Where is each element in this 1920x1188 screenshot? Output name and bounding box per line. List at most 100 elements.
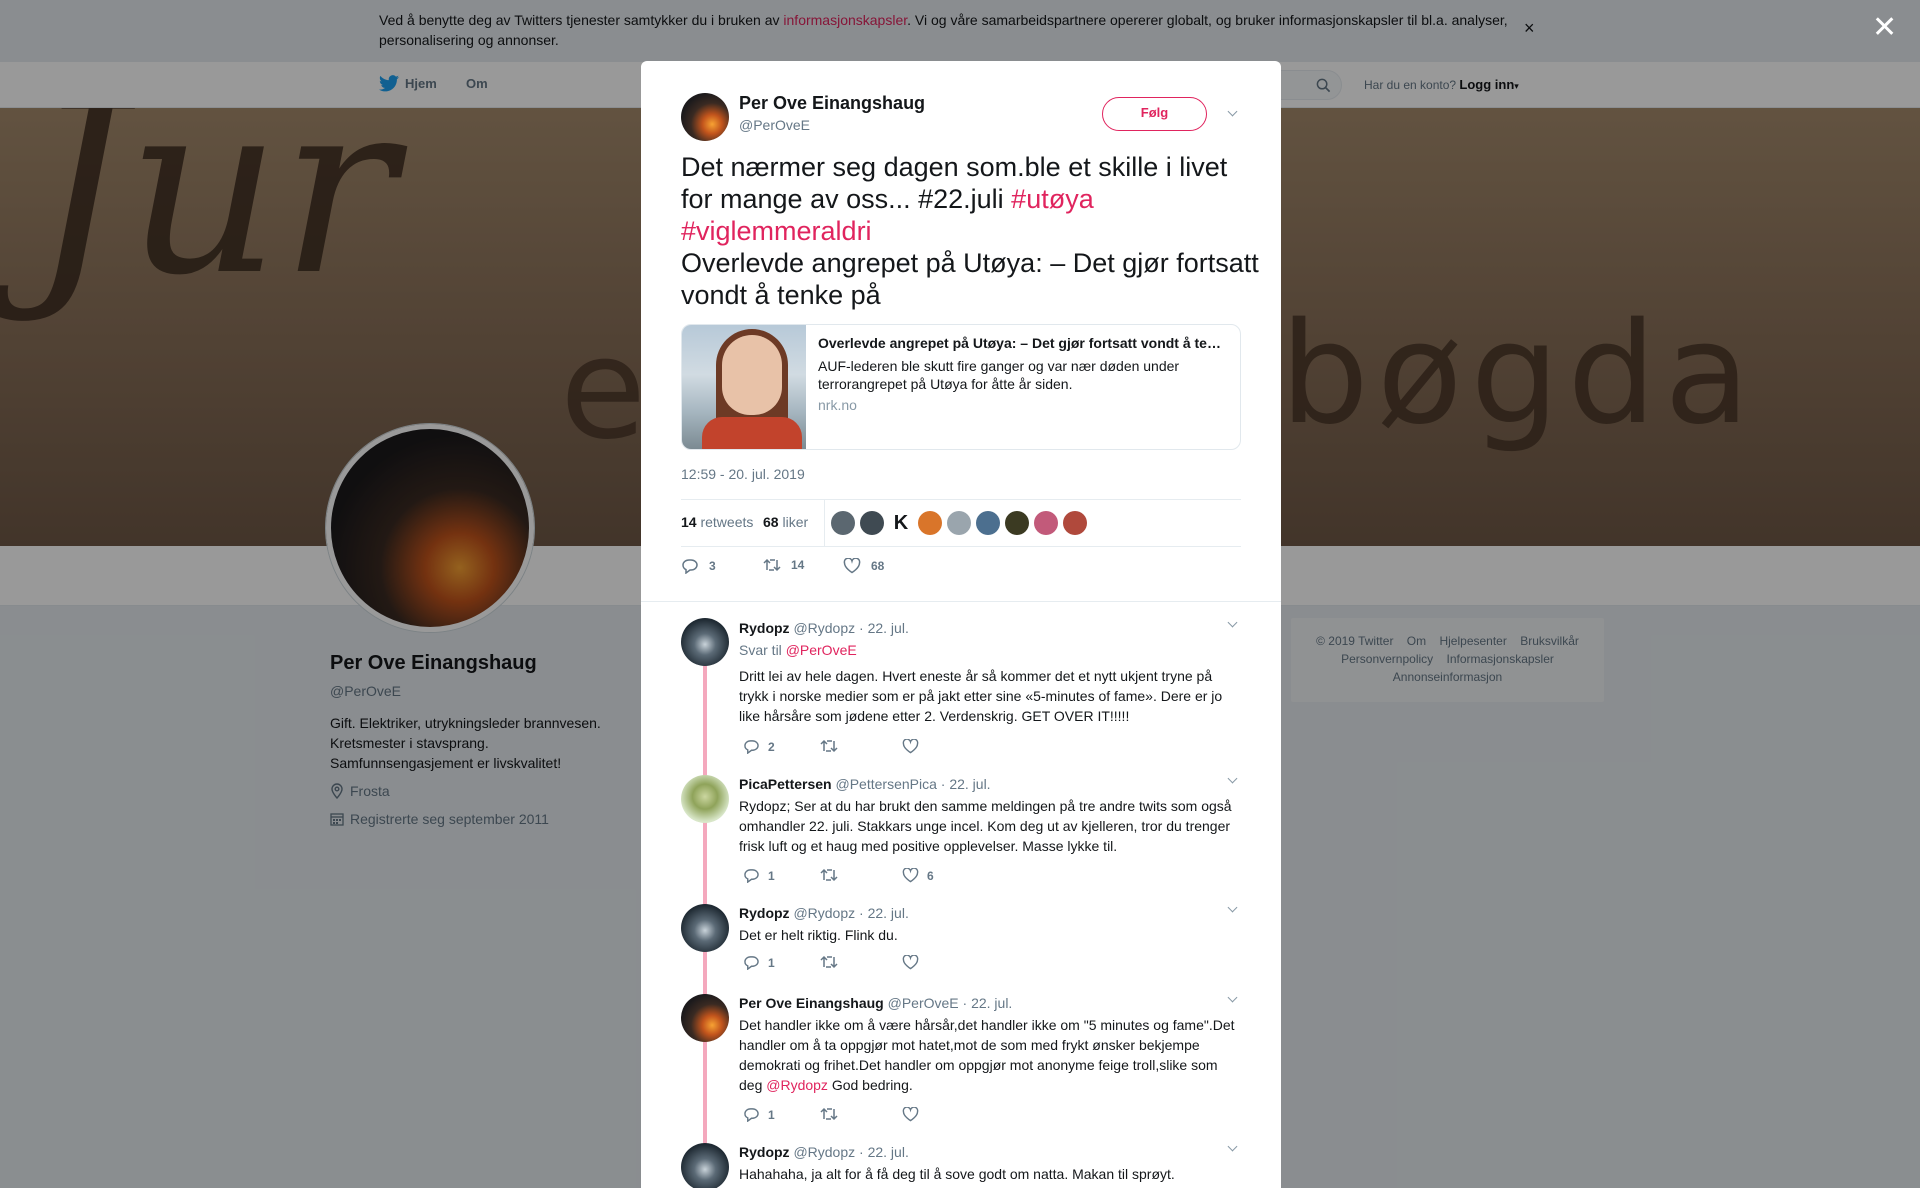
chevron-down-icon[interactable]: [1228, 1144, 1238, 1154]
reply-text-suffix: God bedring.: [827, 1077, 913, 1093]
reply-author-name[interactable]: Rydopz: [739, 905, 790, 921]
reply-date[interactable]: · 22. jul.: [941, 776, 991, 792]
reply-avatar[interactable]: [681, 904, 729, 952]
mention-link[interactable]: @Rydopz: [766, 1077, 828, 1093]
retweet-icon: [820, 1107, 838, 1121]
reply-author-name[interactable]: Rydopz: [739, 620, 790, 636]
liker-avatar[interactable]: [860, 511, 884, 535]
reply-icon: [744, 869, 759, 883]
reply-author-handle[interactable]: @PettersenPica: [836, 776, 937, 792]
reply-text-line: Hahahaha, ja alt for å få deg til å sove…: [739, 1166, 1175, 1182]
like-action[interactable]: [902, 955, 919, 970]
liker-avatar[interactable]: [976, 511, 1000, 535]
likes-label: liker: [782, 514, 809, 530]
chevron-down-icon[interactable]: [1228, 109, 1238, 119]
likes-stat[interactable]: 68 liker: [763, 514, 808, 530]
retweet-count: 14: [791, 558, 805, 572]
reply-action[interactable]: 1: [743, 1107, 775, 1122]
reply-icon: [744, 740, 759, 754]
reply-date[interactable]: · 22. jul.: [963, 995, 1013, 1011]
heart-icon: [902, 955, 919, 970]
liker-avatar[interactable]: [1063, 511, 1087, 535]
retweet-action[interactable]: 14: [763, 558, 804, 572]
reply-header: Rydopz @Rydopz · 22. jul.: [739, 905, 909, 921]
card-image: [682, 325, 806, 449]
liker-avatar[interactable]: [1034, 511, 1058, 535]
reply-author-name[interactable]: Per Ove Einangshaug: [739, 995, 884, 1011]
reply-date[interactable]: · 22. jul.: [859, 620, 909, 636]
retweets-stat[interactable]: 14 retweets: [681, 514, 753, 530]
tweet-timestamp[interactable]: 12:59 - 20. jul. 2019: [681, 466, 805, 482]
tweet-author-handle[interactable]: @PerOveE: [739, 117, 810, 133]
retweet-icon: [820, 739, 838, 753]
retweet-action[interactable]: [820, 868, 838, 882]
reply-text-line: Rydopz; Ser at du har brukt den samme me…: [739, 798, 1232, 814]
chevron-down-icon[interactable]: [1228, 620, 1238, 630]
reply-text-line: trykk i norske medier som er på jakt ett…: [739, 688, 1223, 704]
heart-icon: [902, 868, 919, 883]
reply-author-name[interactable]: PicaPettersen: [739, 776, 832, 792]
chevron-down-icon[interactable]: [1228, 776, 1238, 786]
reply-text-line: frisk luft og et haug med positive opple…: [739, 838, 1118, 854]
like-action[interactable]: [902, 1107, 919, 1122]
liker-avatar[interactable]: K: [889, 511, 913, 535]
link-card[interactable]: Overlevde angrepet på Utøya: – Det gjør …: [681, 324, 1241, 450]
reply-avatar[interactable]: [681, 994, 729, 1042]
reply-action[interactable]: 1: [743, 955, 775, 970]
hashtag-link[interactable]: #utøya: [1011, 184, 1094, 214]
like-action[interactable]: [902, 739, 919, 754]
heart-icon: [902, 1107, 919, 1122]
reply-author-handle[interactable]: @Rydopz: [793, 620, 855, 636]
reply-author-handle[interactable]: @PerOveE: [888, 995, 959, 1011]
tweet-author-avatar[interactable]: [681, 93, 729, 141]
chevron-down-icon[interactable]: [1228, 995, 1238, 1005]
close-modal-button[interactable]: ✕: [1872, 10, 1897, 45]
reply-icon: [744, 1108, 759, 1122]
follow-button[interactable]: Følg: [1102, 97, 1207, 131]
retweet-action[interactable]: [820, 1107, 838, 1121]
reply-author-handle[interactable]: @Rydopz: [793, 1144, 855, 1160]
retweet-icon: [820, 868, 838, 882]
like-action[interactable]: 68: [843, 558, 884, 574]
card-title: Overlevde angrepet på Utøya: – Det gjør …: [818, 335, 1228, 351]
stats-divider: [824, 500, 825, 546]
retweets-label: retweets: [700, 514, 754, 530]
reply-action[interactable]: 2: [743, 739, 775, 754]
likes-count: 68: [763, 514, 779, 530]
liker-avatar[interactable]: [947, 511, 971, 535]
reply-action[interactable]: 3: [681, 558, 716, 574]
liker-avatar[interactable]: [918, 511, 942, 535]
reply-action[interactable]: 1: [743, 868, 775, 883]
retweet-icon: [820, 955, 838, 969]
like-count: 68: [871, 559, 885, 573]
tweet-author-name[interactable]: Per Ove Einangshaug: [739, 93, 925, 114]
reply-avatar[interactable]: [681, 618, 729, 666]
tweet-stats: 14 retweets 68 liker K: [681, 499, 1241, 547]
reply-avatar[interactable]: [681, 775, 729, 823]
card-domain: nrk.no: [818, 397, 857, 413]
heart-icon: [902, 739, 919, 754]
reply-text-line: Det er helt riktig. Flink du.: [739, 927, 898, 943]
reply-to-label: Svar til: [739, 642, 782, 658]
reply-author-handle[interactable]: @Rydopz: [793, 905, 855, 921]
liker-avatar[interactable]: [831, 511, 855, 535]
card-description: AUF-lederen ble skutt fire ganger og var…: [818, 358, 1180, 392]
like-action[interactable]: 6: [902, 868, 934, 883]
reply-avatar[interactable]: [681, 1143, 729, 1188]
reply-date[interactable]: · 22. jul.: [859, 1144, 909, 1160]
retweet-action[interactable]: [820, 739, 838, 753]
reply-text-line: Dritt lei av hele dagen. Hvert eneste år…: [739, 668, 1213, 684]
mention-link[interactable]: @PerOveE: [786, 642, 857, 658]
tweet-modal: Per Ove Einangshaug @PerOveE Følg Det næ…: [641, 61, 1281, 1188]
reply-date[interactable]: · 22. jul.: [859, 905, 909, 921]
reply-header: PicaPettersen @PettersenPica · 22. jul.: [739, 776, 991, 792]
reply-header: Per Ove Einangshaug @PerOveE · 22. jul.: [739, 995, 1012, 1011]
reply-author-name[interactable]: Rydopz: [739, 1144, 790, 1160]
chevron-down-icon[interactable]: [1228, 905, 1238, 915]
reply-count: 2: [768, 739, 775, 754]
liker-avatar[interactable]: [1005, 511, 1029, 535]
reply-count: 1: [768, 1107, 775, 1122]
hashtag-link[interactable]: #viglemmeraldri: [681, 216, 872, 246]
like-count: 6: [927, 868, 934, 883]
retweet-action[interactable]: [820, 955, 838, 969]
